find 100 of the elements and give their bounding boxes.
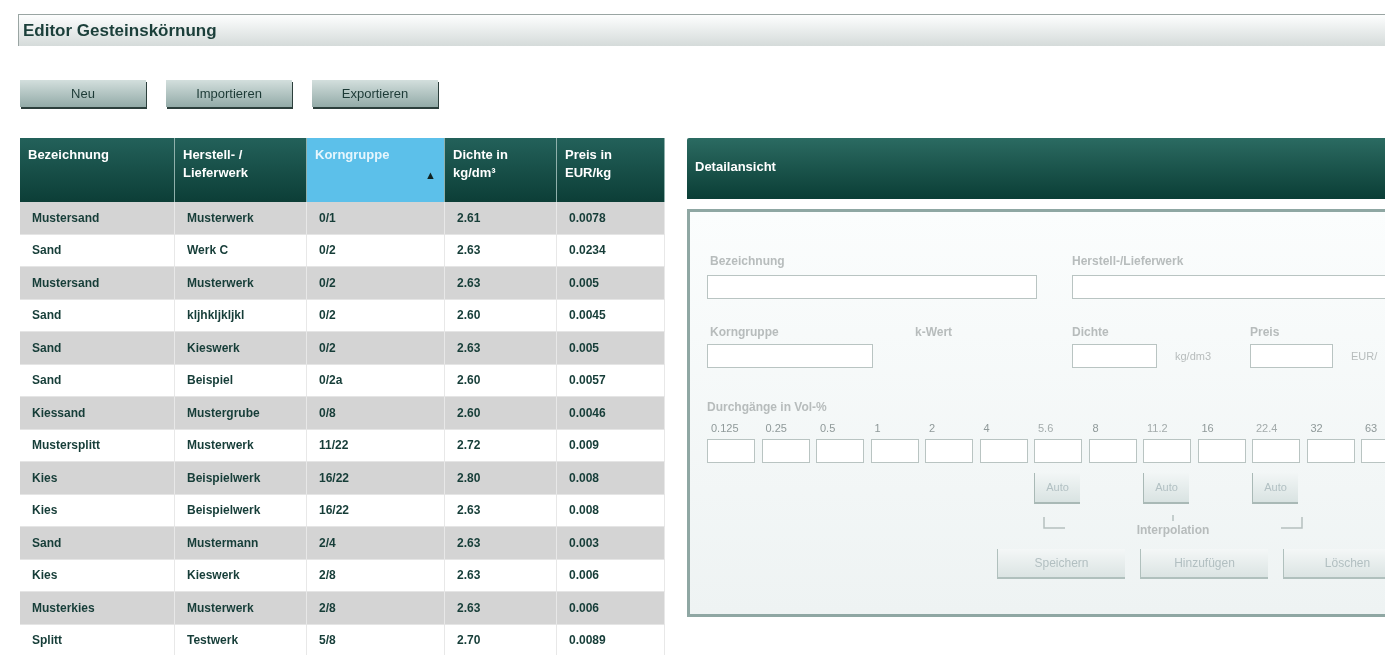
- table-cell: 0.005: [557, 267, 665, 299]
- table-cell: 0/2: [307, 332, 445, 364]
- panel-title: Detailansicht: [695, 159, 776, 174]
- unit-label: kg/dm3: [1174, 348, 1213, 364]
- table-cell: 0/2: [307, 267, 445, 299]
- table-cell: 0.008: [557, 494, 665, 526]
- table-cell: 2/8: [307, 592, 445, 624]
- table-cell: Musterwerk: [175, 429, 307, 461]
- table-cell: Musterwerk: [175, 267, 307, 299]
- table-cell: 2/4: [307, 527, 445, 559]
- table-cell: 2.80: [445, 462, 557, 494]
- sieve-label: 22.4: [1255, 421, 1279, 436]
- table-cell: Sand: [20, 299, 175, 331]
- table-cell: Mustermann: [175, 527, 307, 559]
- table-cell: Kieswerk: [175, 332, 307, 364]
- column-header[interactable]: Herstell- / Lieferwerk: [175, 138, 307, 202]
- sieve-label: 0.125: [710, 421, 740, 436]
- table-cell: Mustersplitt: [20, 429, 175, 461]
- sieve-label: 11.2: [1146, 421, 1169, 436]
- table-cell: Beispielwerk: [175, 462, 307, 494]
- table-cell: Kieswerk: [175, 559, 307, 591]
- sieve-label: 4: [982, 421, 991, 436]
- bracket-icon: [1043, 516, 1065, 529]
- table-cell: 0.006: [557, 559, 665, 591]
- table-cell: Mustersand: [20, 202, 175, 234]
- table-cell: Sand: [20, 332, 175, 364]
- table-cell: Kiessand: [20, 397, 175, 429]
- column-header[interactable]: Preis in EUR/kg: [557, 138, 665, 202]
- table-cell: 2.70: [445, 624, 557, 655]
- interpolation-label: Interpolation: [1136, 521, 1210, 539]
- table-cell: 0.009: [557, 429, 665, 461]
- table-cell: Mustersand: [20, 267, 175, 299]
- toolbar-button[interactable]: Exportieren: [312, 80, 438, 107]
- sieve-label: 63: [1364, 421, 1379, 436]
- table-cell: Musterwerk: [175, 592, 307, 624]
- sieve-label: 5.6: [1037, 421, 1055, 436]
- table-cell: 0.0045: [557, 299, 665, 331]
- sort-indicator: ▲: [425, 168, 436, 183]
- bracket-icon: [1281, 516, 1303, 529]
- table-cell: 0.006: [557, 592, 665, 624]
- sieve-label: 0.5: [819, 421, 837, 436]
- table-cell: Musterkies: [20, 592, 175, 624]
- table-cell: 2.61: [445, 202, 557, 234]
- field-label: Bezeichnung: [709, 253, 786, 270]
- table-cell: 2.63: [445, 234, 557, 266]
- table-cell: 0/1: [307, 202, 445, 234]
- table-cell: 2.60: [445, 299, 557, 331]
- table-cell: 2.60: [445, 364, 557, 396]
- table-cell: 0.003: [557, 527, 665, 559]
- sieve-label: 8: [1091, 421, 1100, 436]
- table-cell: Splitt: [20, 624, 175, 655]
- table-cell: 0.008: [557, 462, 665, 494]
- table-cell: 0.0057: [557, 364, 665, 396]
- column-header[interactable]: Korngruppe ▲: [307, 138, 445, 202]
- column-header[interactable]: Bezeichnung: [20, 138, 175, 202]
- field-label: Preis: [1250, 324, 1280, 341]
- window-title: Editor Gesteinskörnung: [23, 19, 217, 42]
- table-cell: 0.0078: [557, 202, 665, 234]
- table-cell: 5/8: [307, 624, 445, 655]
- table-cell: Mustergrube: [175, 397, 307, 429]
- table-cell: 2.63: [445, 494, 557, 526]
- table-cell: 2.72: [445, 429, 557, 461]
- sieve-label: 2: [928, 421, 937, 436]
- field-label: Herstell-/Lieferwerk: [1072, 253, 1184, 270]
- table-cell: 0.0046: [557, 397, 665, 429]
- table-cell: 16/22: [307, 462, 445, 494]
- tick-icon: [1172, 514, 1174, 521]
- column-header[interactable]: Dichte in kg/dm³: [445, 138, 557, 202]
- table-cell: 0/8: [307, 397, 445, 429]
- toolbar-button[interactable]: Neu: [20, 80, 146, 107]
- table-cell: Kies: [20, 559, 175, 591]
- table-cell: 11/22: [307, 429, 445, 461]
- table-cell: Beispiel: [175, 364, 307, 396]
- table-cell: Sand: [20, 364, 175, 396]
- table-cell: Sand: [20, 234, 175, 266]
- table-cell: 2.63: [445, 559, 557, 591]
- table-cell: Beispielwerk: [175, 494, 307, 526]
- table-cell: 2.60: [445, 397, 557, 429]
- table-cell: Kies: [20, 462, 175, 494]
- table-cell: 16/22: [307, 494, 445, 526]
- table-cell: Werk C: [175, 234, 307, 266]
- section-label: Durchgänge in Vol-%: [707, 399, 827, 416]
- field-label: Korngruppe: [709, 324, 780, 341]
- table-cell: 2.63: [445, 527, 557, 559]
- table-cell: 0/2a: [307, 364, 445, 396]
- unit-label: EUR/: [1350, 348, 1378, 364]
- sieve-label: 16: [1200, 421, 1215, 436]
- table-cell: 2.63: [445, 332, 557, 364]
- table-cell: 0.0089: [557, 624, 665, 655]
- sieve-label: 32: [1309, 421, 1324, 436]
- table-cell: Musterwerk: [175, 202, 307, 234]
- field-label: Dichte: [1072, 324, 1110, 341]
- table-cell: kljhkljkljkl: [175, 299, 307, 331]
- table-cell: 2.63: [445, 592, 557, 624]
- table-cell: 0.0234: [557, 234, 665, 266]
- table-cell: Sand: [20, 527, 175, 559]
- table-cell: Kies: [20, 494, 175, 526]
- table-cell: 0/2: [307, 234, 445, 266]
- table-cell: 2.63: [445, 267, 557, 299]
- toolbar-button[interactable]: Importieren: [166, 80, 292, 107]
